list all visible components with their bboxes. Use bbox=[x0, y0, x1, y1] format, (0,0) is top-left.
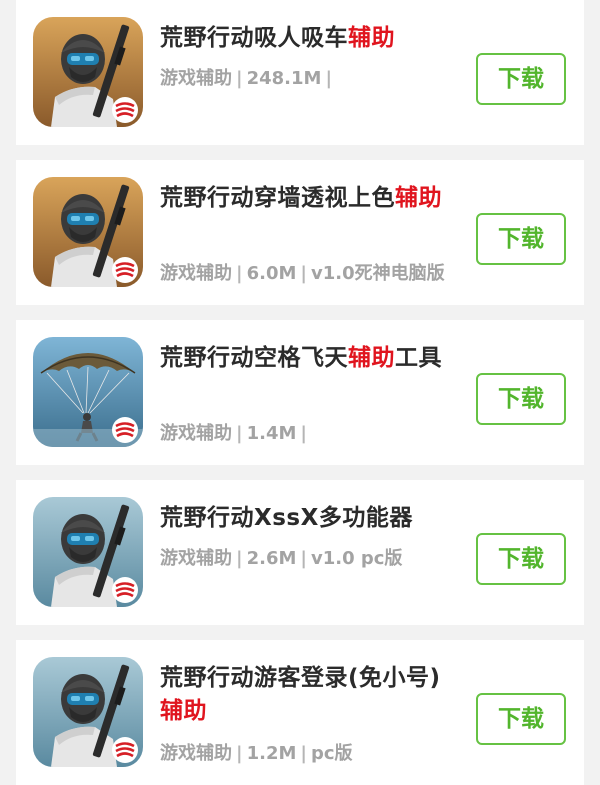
category-label: 游戏辅助 bbox=[160, 68, 232, 89]
list-item[interactable]: 荒野行动XssX多功能器 游戏辅助 | 2.6M | v1.0 pc版 下载 bbox=[16, 480, 584, 625]
list-item[interactable]: 荒野行动空格飞天辅助工具 游戏辅助 | 1.4M | 下载 bbox=[16, 320, 584, 465]
size-label: 1.4M bbox=[246, 423, 297, 444]
title-highlight: 辅助 bbox=[160, 698, 207, 724]
size-label: 2.6M bbox=[246, 548, 297, 569]
separator: | bbox=[300, 743, 307, 764]
separator: | bbox=[325, 68, 333, 89]
separator: | bbox=[300, 548, 307, 569]
game-soldier-icon[interactable] bbox=[33, 657, 143, 767]
app-meta: 游戏辅助 | 1.4M | bbox=[160, 423, 311, 445]
download-button[interactable]: 下载 bbox=[476, 373, 566, 425]
game-soldier-icon[interactable] bbox=[33, 17, 143, 127]
list-item[interactable]: 荒野行动穿墙透视上色辅助 游戏辅助 | 6.0M | v1.0死神电脑版 下载 bbox=[16, 160, 584, 305]
title-highlight: 辅助 bbox=[395, 185, 442, 211]
version-label: v1.0 pc版 bbox=[310, 548, 403, 569]
title-highlight: 辅助 bbox=[348, 25, 395, 51]
app-meta: 游戏辅助 | 6.0M | v1.0死神电脑版 bbox=[160, 263, 445, 285]
app-meta: 游戏辅助 | 248.1M | bbox=[160, 68, 336, 90]
separator: | bbox=[300, 423, 307, 444]
size-label: 1.2M bbox=[246, 743, 297, 764]
game-parachute-icon[interactable] bbox=[33, 337, 143, 447]
app-meta: 游戏辅助 | 2.6M | v1.0 pc版 bbox=[160, 548, 402, 570]
separator: | bbox=[236, 263, 243, 284]
download-button[interactable]: 下载 bbox=[476, 213, 566, 265]
game-soldier-icon[interactable] bbox=[33, 177, 143, 287]
version-label: v1.0死神电脑版 bbox=[310, 263, 445, 284]
list-item[interactable]: 荒野行动游客登录(免小号)辅助 游戏辅助 | 1.2M | pc版 下载 bbox=[16, 640, 584, 785]
app-meta: 游戏辅助 | 1.2M | pc版 bbox=[160, 743, 353, 765]
version-label: pc版 bbox=[310, 743, 353, 764]
app-list: 荒野行动吸人吸车辅助 游戏辅助 | 248.1M | 下载 荒野行动穿墙透视上色辅助 … bbox=[0, 0, 600, 785]
separator: | bbox=[236, 423, 243, 444]
separator: | bbox=[236, 548, 243, 569]
app-title[interactable]: 荒野行动穿墙透视上色辅助 bbox=[160, 182, 445, 215]
app-title[interactable]: 荒野行动空格飞天辅助工具 bbox=[160, 342, 445, 375]
download-button[interactable]: 下载 bbox=[476, 53, 566, 105]
list-item[interactable]: 荒野行动吸人吸车辅助 游戏辅助 | 248.1M | 下载 bbox=[16, 0, 584, 145]
separator: | bbox=[300, 263, 307, 284]
app-title[interactable]: 荒野行动XssX多功能器 bbox=[160, 502, 445, 535]
app-title[interactable]: 荒野行动吸人吸车辅助 bbox=[160, 22, 445, 55]
separator: | bbox=[236, 68, 243, 89]
download-button[interactable]: 下载 bbox=[476, 533, 566, 585]
size-label: 6.0M bbox=[246, 263, 297, 284]
game-soldier-icon[interactable] bbox=[33, 497, 143, 607]
download-button[interactable]: 下载 bbox=[476, 693, 566, 745]
separator: | bbox=[236, 743, 243, 764]
app-title[interactable]: 荒野行动游客登录(免小号)辅助 bbox=[160, 662, 445, 728]
size-label: 248.1M bbox=[246, 68, 322, 89]
category-label: 游戏辅助 bbox=[160, 423, 232, 444]
category-label: 游戏辅助 bbox=[160, 548, 232, 569]
category-label: 游戏辅助 bbox=[160, 263, 232, 284]
title-highlight: 辅助 bbox=[348, 345, 395, 371]
category-label: 游戏辅助 bbox=[160, 743, 232, 764]
